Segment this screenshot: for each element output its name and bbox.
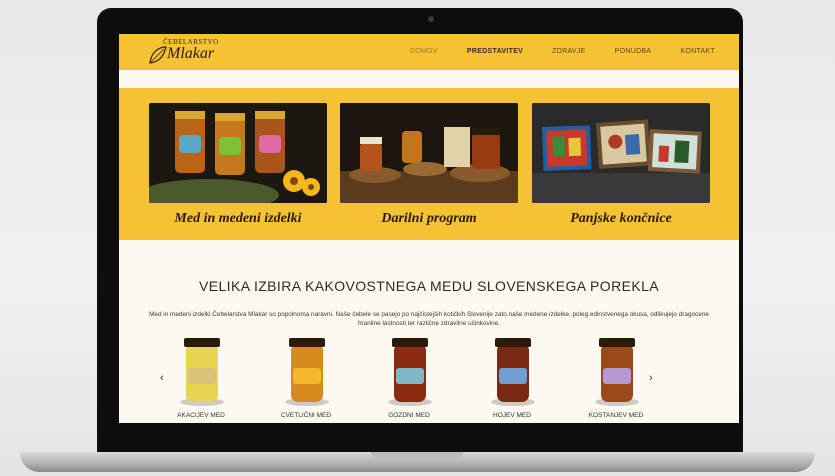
category-banner: Med in medeni izdelki Darilni program Pa…: [119, 88, 739, 240]
product-flower[interactable]: CVETLIČNI MED: [271, 338, 341, 423]
intro-text: Med in medeni izdelki Čebelarstva Mlakar…: [149, 311, 709, 327]
product-name: KOSTANJEV MED: [588, 412, 644, 419]
carousel-prev-button[interactable]: ‹: [160, 372, 164, 384]
gift-program-image: [340, 103, 518, 203]
main-nav: DOMOV PREDSTAVITEV ZDRAVJE PONUDBA KONTA…: [410, 48, 715, 55]
product-forest[interactable]: GOZDNI MED: [374, 338, 444, 423]
website-screen: ČEBELARSTVO Mlakar DOMOV PREDSTAVITEV ZD…: [119, 34, 739, 423]
product-name: AKACIJEV MED: [177, 412, 225, 419]
leaf-icon: [149, 46, 167, 64]
main-content: VELIKA IZBIRA KAKOVOSTNEGA MEDU SLOVENSK…: [119, 240, 739, 423]
card-beehive-panels[interactable]: [532, 103, 710, 203]
nav-item-ponudba[interactable]: PONUDBA: [615, 48, 652, 55]
laptop-notch: [371, 452, 463, 459]
page-headline: VELIKA IZBIRA KAKOVOSTNEGA MEDU SLOVENSK…: [199, 278, 659, 294]
honey-jars-image: [149, 103, 327, 203]
nav-item-zdravje[interactable]: ZDRAVJE: [552, 48, 585, 55]
card-title-honey[interactable]: Med in medeni izdelki: [149, 211, 327, 227]
beehive-panels-image: [532, 103, 710, 203]
product-name: CVETLIČNI MED: [280, 412, 332, 419]
card-gift-program[interactable]: [340, 103, 518, 203]
card-honey-products[interactable]: [149, 103, 327, 203]
nav-item-domov[interactable]: DOMOV: [410, 48, 438, 55]
camera-icon: [428, 16, 434, 22]
nav-item-kontakt[interactable]: KONTAKT: [680, 48, 715, 55]
nav-item-predstavitev[interactable]: PREDSTAVITEV: [467, 48, 523, 55]
card-title-panels[interactable]: Panjske končnice: [532, 211, 710, 227]
header-spacer: [119, 70, 739, 88]
product-name: GOZDNI MED: [388, 412, 430, 419]
product-name: HOJEV MED: [493, 412, 531, 419]
product-acacia[interactable]: AKACIJEV MED: [166, 338, 236, 423]
logo-big-text: Mlakar: [167, 45, 215, 62]
product-fir[interactable]: HOJEV MED: [477, 338, 547, 423]
product-chestnut[interactable]: KOSTANJEV MED: [581, 338, 651, 423]
header-bar: ČEBELARSTVO Mlakar DOMOV PREDSTAVITEV ZD…: [119, 34, 739, 70]
site-logo[interactable]: ČEBELARSTVO Mlakar: [147, 38, 257, 68]
card-title-gifts[interactable]: Darilni program: [340, 211, 518, 227]
